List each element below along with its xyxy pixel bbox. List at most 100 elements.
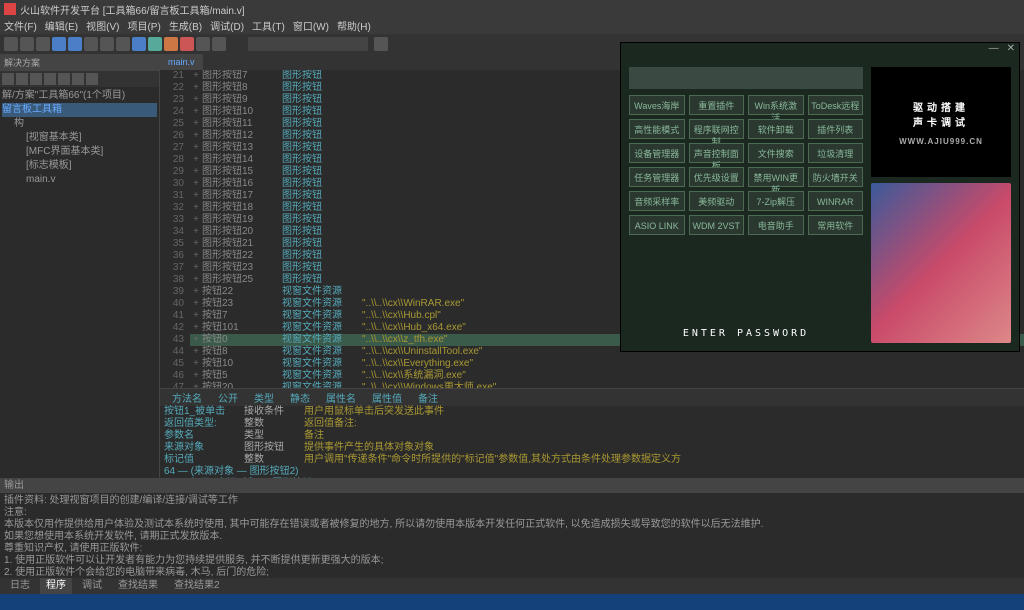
app-button[interactable]: WINRAR — [808, 191, 864, 211]
tool-save-icon[interactable] — [36, 37, 50, 51]
menu-item[interactable]: 视图(V) — [86, 18, 119, 34]
tree-folder[interactable]: 构 — [2, 117, 157, 131]
tool-open-icon[interactable] — [20, 37, 34, 51]
prop-row[interactable]: 按钮1_被单击接收条件用户用鼠标单击后突发送此事件 — [160, 406, 1024, 418]
app-button[interactable]: 插件列表 — [808, 119, 864, 139]
console-line: 尊重知识产权, 请使用正版软件: — [4, 543, 1020, 555]
app-button[interactable]: 文件搜索 — [748, 143, 804, 163]
console-line: 本版本仅用作提供给用户体验及测试本系统时使用, 其中可能存在错误或者被修复的地方… — [4, 519, 1020, 531]
bottom-tab[interactable]: 调试 — [76, 578, 108, 594]
console-line: 注意: — [4, 507, 1020, 519]
output-panel: 输出插件资料: 处理视窗项目的创建/编译/连接/调试等工作注意: 本版本仅用作提… — [0, 478, 1024, 578]
prop-row[interactable]: 来源对象图形按钮提供事件产生的具体对象对象 — [160, 442, 1024, 454]
menu-bar: 文件(F) 编辑(E) 视图(V) 项目(P) 生成(B) 调试(D) 工具(T) 窗口(W)… — [0, 18, 1024, 34]
side-btn-3[interactable] — [30, 73, 42, 85]
app-button-grid: Waves海岸重置插件Win系统激活ToDesk远程高性能模式程序联网控制软件卸… — [629, 95, 863, 235]
tool-build-icon[interactable] — [196, 37, 210, 51]
app-button[interactable]: 软件卸载 — [748, 119, 804, 139]
tree-solution[interactable]: 解/方案"工具箱66"(1个项目) — [2, 89, 157, 103]
search-toolbar-input[interactable] — [248, 37, 368, 51]
side-btn-6[interactable] — [72, 73, 84, 85]
tree-item[interactable]: main.v — [2, 173, 157, 187]
side-btn-7[interactable] — [86, 73, 98, 85]
tool-debug-icon[interactable] — [164, 37, 178, 51]
bottom-tabs: 日志程序调试查找结果查找结果2 — [0, 578, 1024, 594]
tool-step-icon[interactable] — [212, 37, 226, 51]
tool-run-icon[interactable] — [148, 37, 162, 51]
menu-item[interactable]: 工具(T) — [252, 18, 285, 34]
tool-new-icon[interactable] — [4, 37, 18, 51]
app-button[interactable]: ToDesk远程 — [808, 95, 864, 115]
app-button[interactable]: 声音控制面板 — [689, 143, 745, 163]
prop-row[interactable]: 返回值类型:整数返回值备注: — [160, 418, 1024, 430]
code-line[interactable]: 45+按钮10视窗文件资源"..\\..\\cx\\Everything.exe… — [160, 358, 1024, 370]
app-button[interactable]: 垃圾清理 — [808, 143, 864, 163]
tool-cut-icon[interactable] — [84, 37, 98, 51]
bottom-tab[interactable]: 程序 — [40, 578, 72, 594]
tool-copy-icon[interactable] — [100, 37, 114, 51]
menu-item[interactable]: 帮助(H) — [337, 18, 371, 34]
app-button[interactable]: 禁用WIN更新 — [748, 167, 804, 187]
prop-row[interactable]: 参数名类型备注 — [160, 430, 1024, 442]
tool-stop-icon[interactable] — [180, 37, 194, 51]
tool-redo-icon[interactable] — [68, 37, 82, 51]
close-icon[interactable]: ✕ — [1007, 43, 1015, 59]
menu-item[interactable]: 调试(D) — [210, 18, 244, 34]
sidebar-toolbar — [0, 71, 159, 87]
window-title: 火山软件开发平台 [工具箱66/留言板工具箱/main.v] — [20, 2, 244, 17]
tree-item[interactable]: [MFC界面基本类] — [2, 145, 157, 159]
app-button[interactable]: 程序联网控制 — [689, 119, 745, 139]
tool-paste-icon[interactable] — [116, 37, 130, 51]
app-button[interactable]: 美频驱动 — [689, 191, 745, 211]
app-logo-icon — [4, 3, 16, 15]
title-bar: 火山软件开发平台 [工具箱66/留言板工具箱/main.v] — [0, 0, 1024, 18]
app-button[interactable]: Waves海岸 — [629, 95, 685, 115]
app-button[interactable]: WDM 2VST — [689, 215, 745, 235]
prop-row[interactable]: 标记值整数用户调用"传递条件"命令时所提供的"标记值"参数值,其处方式由条件处理… — [160, 454, 1024, 466]
bottom-tab[interactable]: 查找结果2 — [168, 578, 226, 594]
app-button[interactable]: 常用软件 — [808, 215, 864, 235]
brand-image — [871, 183, 1011, 343]
app-button[interactable]: 优先级设置 — [689, 167, 745, 187]
code-line[interactable]: 46+按钮5视窗文件资源"..\\..\\cx\\系统漏洞.exe" — [160, 370, 1024, 382]
brand-line1: 驱动搭建 — [913, 99, 969, 114]
app-titlebar: — ✕ — [621, 43, 1019, 59]
app-button[interactable]: 重置插件 — [689, 95, 745, 115]
menu-item[interactable]: 生成(B) — [169, 18, 202, 34]
console-line: 如果您想使用本系统开发软件, 请期正式发放版本. — [4, 531, 1020, 543]
side-btn-4[interactable] — [44, 73, 56, 85]
app-button[interactable]: 设备管理器 — [629, 143, 685, 163]
status-bar — [0, 594, 1024, 610]
minimize-icon[interactable]: — — [989, 43, 999, 59]
bottom-tab[interactable]: 日志 — [4, 578, 36, 594]
search-go-icon[interactable] — [374, 37, 388, 51]
app-button[interactable]: 任务管理器 — [629, 167, 685, 187]
menu-item[interactable]: 文件(F) — [4, 18, 37, 34]
code-line[interactable]: 47+按钮20视窗文件资源"..\\..\\cx\\Windows更大师.exe… — [160, 382, 1024, 388]
menu-item[interactable]: 编辑(E) — [45, 18, 78, 34]
menu-item[interactable]: 项目(P) — [127, 18, 160, 34]
project-tree: 解/方案"工具箱66"(1个项目) 留言板工具箱 构 [视窗基本类][MFC界面… — [0, 87, 159, 189]
app-button[interactable]: 高性能模式 — [629, 119, 685, 139]
side-btn-2[interactable] — [16, 73, 28, 85]
app-button[interactable]: 电音助手 — [748, 215, 804, 235]
app-button[interactable]: 7-Zip解压 — [748, 191, 804, 211]
app-button[interactable]: 音频采样率 — [629, 191, 685, 211]
tree-project[interactable]: 留言板工具箱 — [2, 103, 157, 117]
brand-url: WWW.AJIU999.CN — [899, 137, 983, 146]
app-button[interactable]: Win系统激活 — [748, 95, 804, 115]
menu-item[interactable]: 窗口(W) — [293, 18, 329, 34]
app-button[interactable]: ASIO LINK — [629, 215, 685, 235]
tool-undo-icon[interactable] — [52, 37, 66, 51]
console-line: 1. 使用正版软件可以让开发者有能力为您持续提供服务, 并不断提供更新更强大的版… — [4, 555, 1020, 567]
side-btn-1[interactable] — [2, 73, 14, 85]
side-btn-5[interactable] — [58, 73, 70, 85]
tool-find-icon[interactable] — [132, 37, 146, 51]
app-search-input[interactable] — [629, 67, 863, 89]
tab-main[interactable]: main.v — [160, 54, 203, 70]
enter-password-label: ENTER PASSWORD — [629, 324, 863, 343]
tree-item[interactable]: [标志模板] — [2, 159, 157, 173]
bottom-tab[interactable]: 查找结果 — [112, 578, 164, 594]
app-button[interactable]: 防火墙开关 — [808, 167, 864, 187]
tree-item[interactable]: [视窗基本类] — [2, 131, 157, 145]
